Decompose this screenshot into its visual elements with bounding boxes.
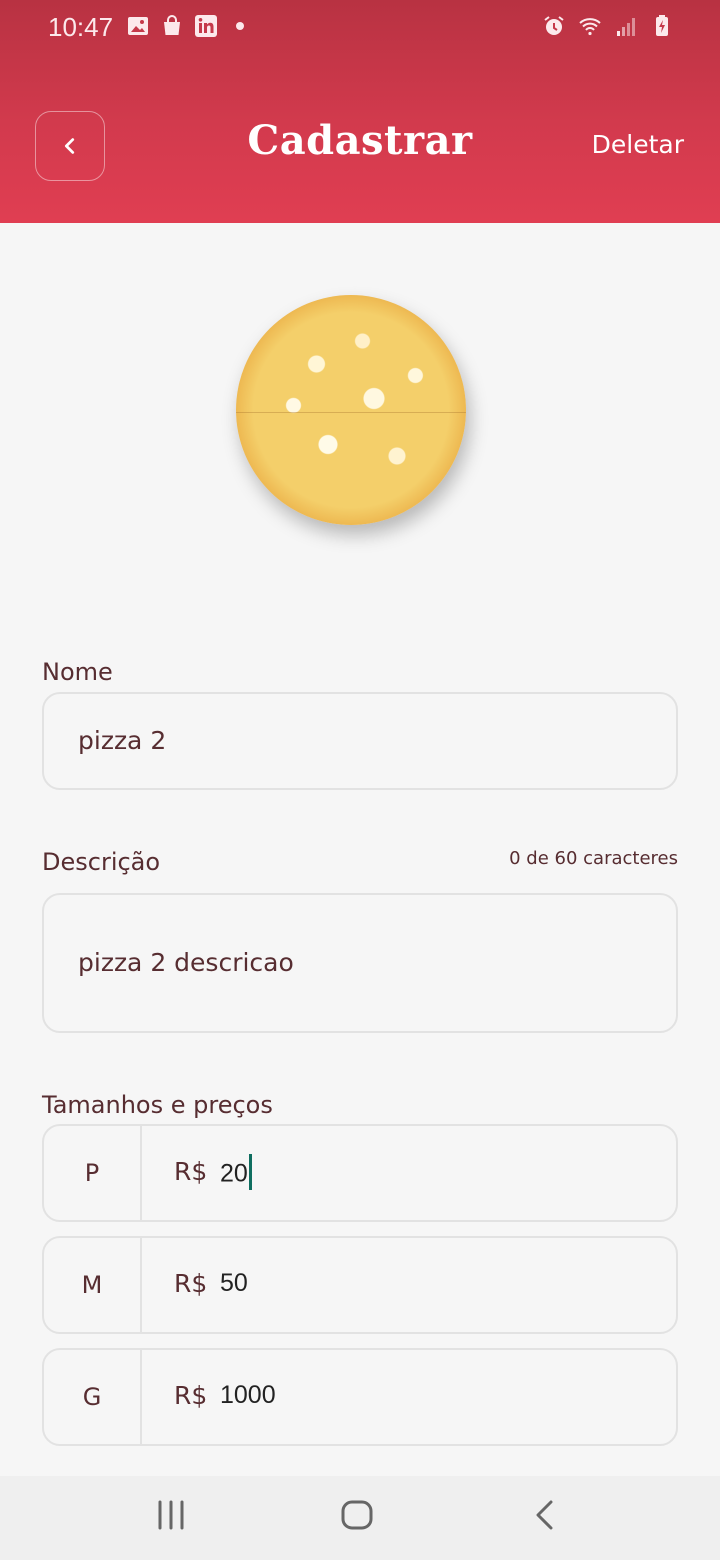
description-field[interactable]: pizza 2 descricao (42, 893, 678, 1033)
size-row-g[interactable]: G R$ 1000 (42, 1348, 678, 1446)
home-icon[interactable] (340, 1498, 374, 1532)
alarm-icon (544, 16, 564, 35)
price-value: 1000 (220, 1381, 276, 1409)
shopping-bag-icon (164, 15, 180, 35)
system-nav-bar (0, 1476, 720, 1560)
text-caret (248, 1154, 252, 1190)
currency-prefix: R$ (174, 1381, 208, 1410)
currency-prefix: R$ (174, 1157, 208, 1186)
dot-icon (236, 22, 244, 30)
price-input[interactable]: 1000 (220, 1381, 276, 1410)
size-row-m[interactable]: M R$ 50 (42, 1236, 678, 1334)
app-header: 10:47 Cadastrar Deletar (0, 0, 720, 223)
size-letter: G (44, 1350, 142, 1444)
description-counter: 0 de 60 caracteres (509, 848, 678, 869)
status-time: 10:47 (48, 12, 114, 42)
price-input[interactable]: 20 (220, 1154, 252, 1193)
status-bar: 10:47 (0, 0, 720, 56)
battery-charging-icon (656, 15, 668, 36)
size-row-p[interactable]: P R$ 20 (42, 1124, 678, 1222)
name-label: Nome (42, 658, 113, 686)
size-letter: M (44, 1238, 142, 1332)
price-input[interactable]: 50 (220, 1269, 248, 1298)
size-letter: P (44, 1126, 142, 1220)
signal-icon (617, 18, 635, 36)
delete-button[interactable]: Deletar (592, 130, 684, 159)
back-icon[interactable] (532, 1498, 558, 1532)
sizes-label: Tamanhos e preços (42, 1091, 273, 1119)
recent-apps-icon[interactable] (156, 1498, 186, 1532)
currency-prefix: R$ (174, 1269, 208, 1298)
name-value: pizza 2 (78, 726, 167, 755)
price-value: 20 (220, 1159, 248, 1188)
product-image[interactable] (236, 295, 466, 525)
image-icon (128, 17, 148, 35)
name-field[interactable]: pizza 2 (42, 692, 678, 790)
pizza-image (236, 295, 466, 525)
description-label: Descrição (42, 848, 161, 876)
description-value: pizza 2 descricao (78, 948, 294, 977)
linkedin-icon (195, 15, 217, 37)
price-value: 50 (220, 1269, 248, 1297)
wifi-icon (579, 18, 601, 36)
